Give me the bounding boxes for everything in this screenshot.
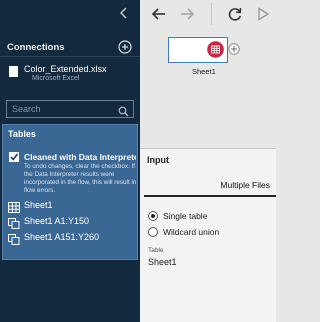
single-table-radio[interactable]	[148, 211, 158, 221]
run-icon	[258, 7, 270, 21]
checkmark-icon	[10, 153, 19, 161]
wildcard-union-radio[interactable]	[148, 227, 158, 237]
table-item-label: Sheet1	[24, 200, 53, 210]
refresh-button[interactable]	[226, 5, 244, 23]
connections-pane: Connections Color_Extended.xlsx Microsof…	[0, 0, 140, 322]
run-button[interactable]	[254, 5, 272, 23]
plus-circle-icon	[118, 40, 132, 54]
table-field-label: Table	[148, 247, 164, 254]
table-field-value[interactable]: Sheet1	[148, 257, 177, 267]
data-interpreter-label: Cleaned with Data Interpreter	[24, 152, 136, 162]
tables-section: Tables Cleaned with Data Interpreter To …	[2, 124, 138, 260]
flow-node-label: Sheet1	[192, 67, 216, 76]
add-connection-button[interactable]	[118, 40, 132, 54]
redo-icon	[181, 8, 195, 20]
input-table-icon	[207, 41, 224, 58]
search-icon	[118, 104, 129, 117]
data-interpreter-checkbox[interactable]	[9, 152, 19, 162]
tables-title: Tables	[8, 129, 36, 139]
tab-underline	[144, 195, 276, 197]
search-placeholder: Search	[12, 104, 41, 114]
connections-title: Connections	[7, 42, 65, 53]
named-range-icon	[8, 232, 20, 245]
data-interpreter-note: To undo changes, clear the checkbox. If …	[24, 163, 137, 194]
redo-button[interactable]	[178, 5, 196, 23]
table-item-label: Sheet1 A1:Y150	[24, 216, 90, 226]
single-table-label: Single table	[163, 211, 208, 221]
input-panel: Input Multiple Files Single table Wildca…	[140, 148, 276, 322]
add-step-button[interactable]	[228, 42, 240, 55]
undo-icon	[151, 8, 165, 20]
tab-multiple-files[interactable]: Multiple Files	[144, 176, 276, 195]
plus-circle-icon	[228, 43, 240, 55]
refresh-icon	[228, 7, 242, 21]
chevron-left-icon[interactable]	[116, 5, 132, 21]
undo-button[interactable]	[150, 5, 168, 23]
panel-title: Input	[147, 155, 169, 165]
table-item[interactable]: Sheet1 A1:Y150	[8, 216, 138, 229]
table-item-label: Sheet1 A151:Y260	[24, 232, 100, 242]
toolbar-divider	[211, 3, 212, 25]
connection-file-type: Microsoft Excel	[32, 75, 80, 82]
divider	[0, 56, 140, 57]
connection-file-name[interactable]: Color_Extended.xlsx	[24, 64, 107, 74]
table-item[interactable]: Sheet1 A151:Y260	[8, 232, 138, 245]
wildcard-union-label: Wildcard union	[163, 227, 220, 237]
table-icon	[8, 200, 20, 213]
search-input[interactable]: Search	[6, 100, 134, 118]
named-range-icon	[8, 216, 20, 229]
file-icon	[9, 64, 18, 77]
table-item[interactable]: Sheet1	[8, 200, 138, 213]
